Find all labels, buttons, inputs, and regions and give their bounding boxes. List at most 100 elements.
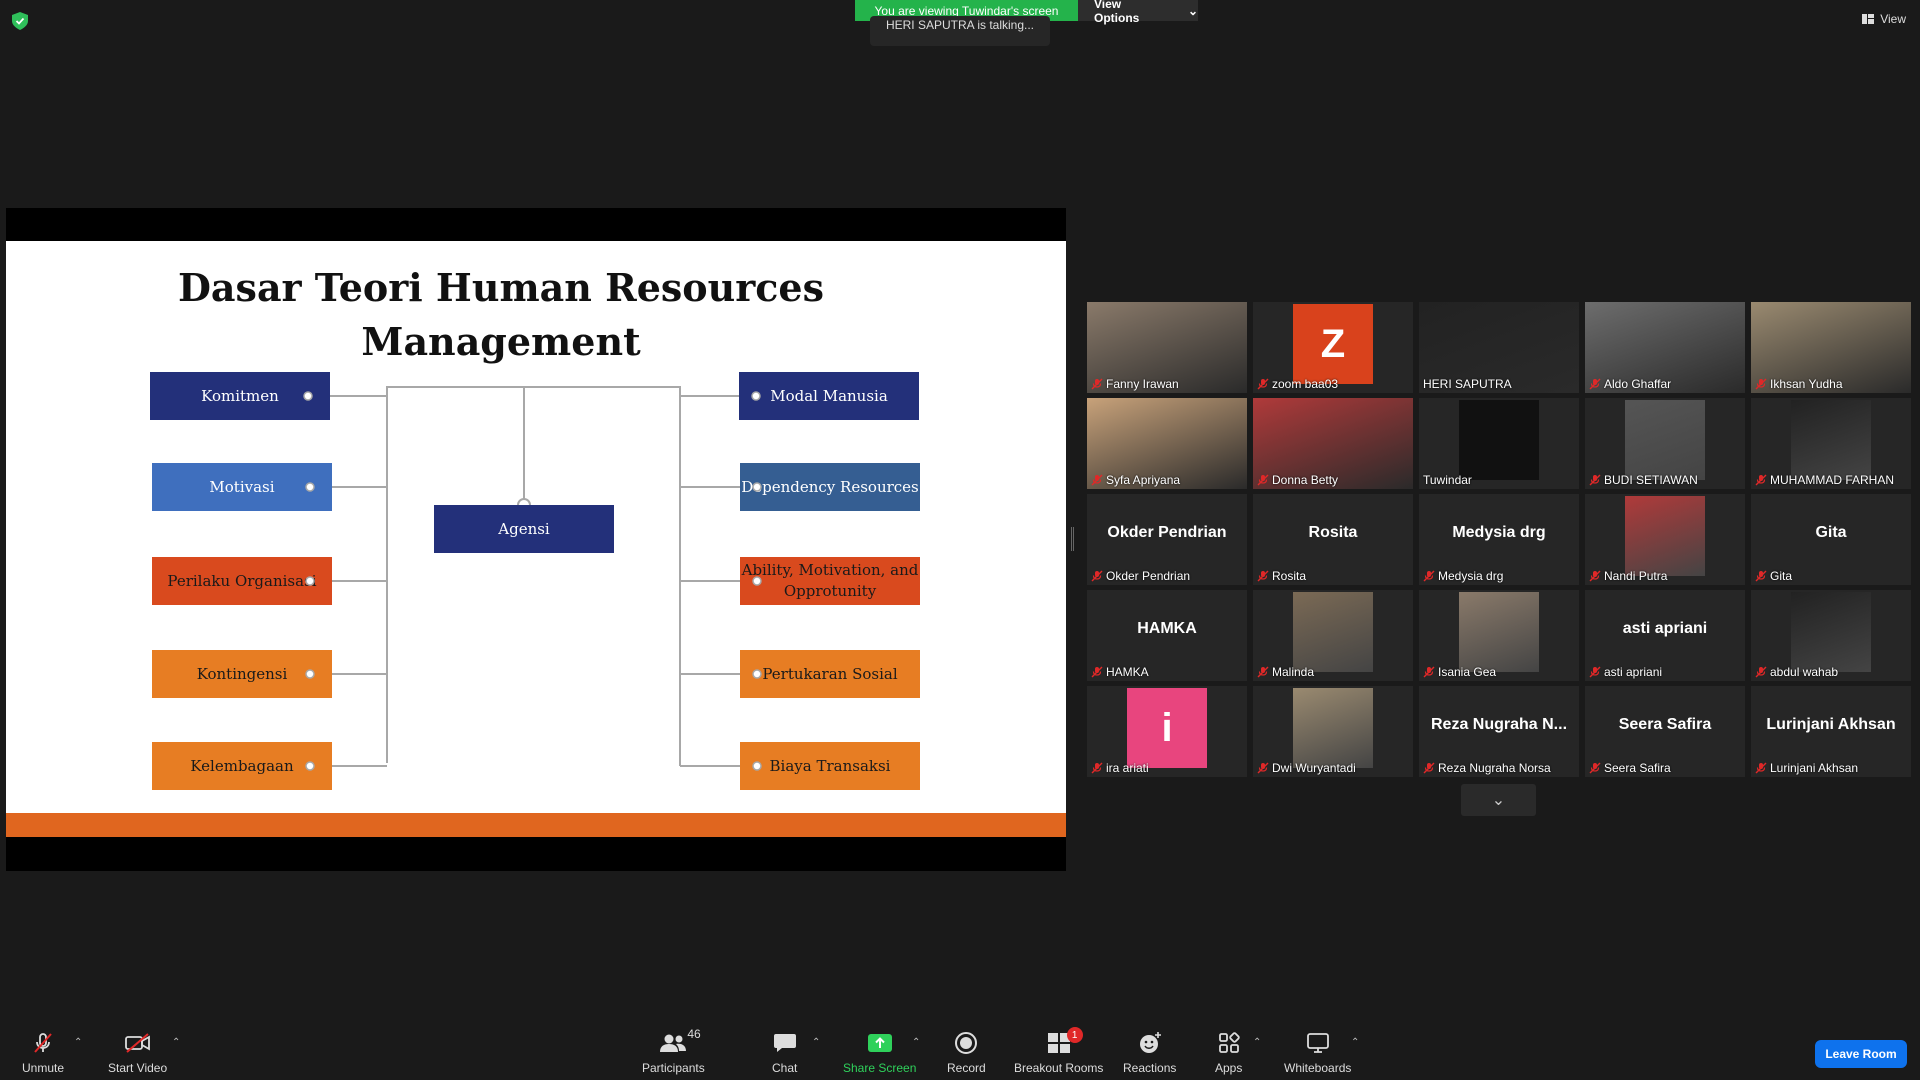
participant-tile[interactable]: Okder Pendrian Okder Pendrian — [1087, 494, 1247, 585]
participant-tile[interactable]: Seera Safira Seera Safira — [1585, 686, 1745, 777]
record-button[interactable]: Record — [947, 1031, 986, 1075]
participant-name: Isania Gea — [1438, 665, 1497, 679]
muted-mic-icon — [1589, 762, 1601, 774]
apps-button[interactable]: Apps — [1215, 1031, 1242, 1075]
participant-tile[interactable]: abdul wahab — [1751, 590, 1911, 681]
participant-tile[interactable]: Gita Gita — [1751, 494, 1911, 585]
participant-tile[interactable]: Tuwindar — [1419, 398, 1579, 489]
participant-name: HAMKA — [1106, 665, 1149, 679]
participant-tile[interactable]: asti apriani asti apriani — [1585, 590, 1745, 681]
participant-tile[interactable]: HAMKA HAMKA — [1087, 590, 1247, 681]
participant-avatar: Z — [1293, 304, 1373, 384]
muted-mic-icon — [1091, 762, 1103, 774]
participant-display-name: Medysia drg — [1452, 524, 1546, 541]
participant-name-label: Malinda — [1257, 665, 1314, 679]
gallery-next-page-button[interactable]: ⌄ — [1461, 784, 1536, 816]
connector-dots — [303, 391, 762, 771]
chat-icon — [773, 1034, 796, 1052]
reactions-button[interactable]: Reactions — [1123, 1031, 1176, 1075]
muted-mic-icon — [1257, 666, 1269, 678]
whiteboards-options-caret[interactable]: ⌃ — [1351, 1037, 1359, 1048]
muted-mic-icon — [1257, 570, 1269, 582]
participant-name-label: Ikhsan Yudha — [1755, 377, 1843, 391]
whiteboard-icon — [1306, 1033, 1329, 1053]
chat-options-caret[interactable]: ⌃ — [812, 1037, 820, 1048]
participant-tile[interactable]: Syfa Apriyana — [1087, 398, 1247, 489]
unmute-button[interactable]: Unmute — [22, 1031, 64, 1075]
participant-tile[interactable]: Zzoom baa03 — [1253, 302, 1413, 393]
participant-tile[interactable]: Aldo Ghaffar — [1585, 302, 1745, 393]
chat-button[interactable]: Chat — [772, 1031, 797, 1075]
participant-tile[interactable]: Malinda — [1253, 590, 1413, 681]
participant-tile[interactable]: i ira ariati — [1087, 686, 1247, 777]
participant-tile[interactable]: Lurinjani Akhsan Lurinjani Akhsan — [1751, 686, 1911, 777]
record-icon — [955, 1032, 978, 1054]
participant-name: Fanny Irawan — [1106, 377, 1179, 391]
share-screen-label: Share Screen — [843, 1061, 917, 1075]
participant-tile[interactable]: Dwi Wuryantadi — [1253, 686, 1413, 777]
muted-mic-icon — [1257, 474, 1269, 486]
participant-name: Medysia drg — [1438, 569, 1504, 583]
participant-name: BUDI SETIAWAN — [1604, 473, 1698, 487]
reactions-label: Reactions — [1123, 1061, 1177, 1075]
participant-tile[interactable]: Donna Betty — [1253, 398, 1413, 489]
whiteboards-button[interactable]: Whiteboards — [1284, 1031, 1351, 1075]
participant-name: Donna Betty — [1272, 473, 1339, 487]
muted-mic-icon — [1589, 378, 1601, 390]
participant-name-label: Syfa Apriyana — [1091, 473, 1180, 487]
participant-name-label: Seera Safira — [1589, 761, 1671, 775]
participant-display-name: Okder Pendrian — [1107, 524, 1227, 541]
participant-photo — [1625, 496, 1705, 576]
participant-avatar: i — [1127, 688, 1207, 768]
participant-tile[interactable]: BUDI SETIAWAN — [1585, 398, 1745, 489]
participant-tile[interactable]: Isania Gea — [1419, 590, 1579, 681]
participant-name-label: MUHAMMAD FARHAN — [1755, 473, 1894, 487]
participant-video-dark — [1459, 400, 1539, 480]
audio-options-caret[interactable]: ⌃ — [74, 1037, 82, 1048]
leave-room-button[interactable]: Leave Room — [1815, 1040, 1907, 1068]
resize-divider[interactable] — [1071, 527, 1074, 551]
participant-name: Okder Pendrian — [1106, 569, 1191, 583]
muted-mic-icon — [1755, 570, 1767, 582]
share-screen-button[interactable]: Share Screen — [843, 1031, 916, 1075]
security-shield-icon[interactable] — [12, 12, 28, 30]
participant-tile[interactable]: MUHAMMAD FARHAN — [1751, 398, 1911, 489]
muted-mic-icon — [1589, 666, 1601, 678]
participant-name: ira ariati — [1106, 761, 1149, 775]
participants-icon — [660, 1034, 687, 1052]
participant-tile[interactable]: Medysia drg Medysia drg — [1419, 494, 1579, 585]
apps-options-caret[interactable]: ⌃ — [1253, 1037, 1261, 1048]
muted-mic-icon — [1091, 666, 1103, 678]
participant-photo — [1625, 400, 1705, 480]
participant-tile[interactable]: Rosita Rosita — [1253, 494, 1413, 585]
participant-name: Ikhsan Yudha — [1770, 377, 1843, 391]
participants-button[interactable]: 46 Participants — [642, 1027, 705, 1075]
shared-screen: Dasar Teori Human Resources Management K… — [6, 208, 1066, 871]
view-label: View — [1880, 12, 1906, 26]
share-options-caret[interactable]: ⌃ — [912, 1037, 920, 1048]
participant-name-label: HAMKA — [1091, 665, 1149, 679]
muted-mic-icon — [1091, 474, 1103, 486]
muted-mic-icon — [1589, 474, 1601, 486]
participant-display-name: Seera Safira — [1618, 716, 1712, 733]
video-options-caret[interactable]: ⌃ — [172, 1037, 180, 1048]
breakout-rooms-button[interactable]: 1 Breakout Rooms — [1014, 1027, 1104, 1075]
start-video-button[interactable]: Start Video — [108, 1031, 167, 1075]
muted-mic-icon — [1257, 378, 1269, 390]
muted-mic-icon — [1091, 378, 1103, 390]
view-options-button[interactable]: View Options ⌄ — [1078, 0, 1198, 25]
participant-tile[interactable]: Ikhsan Yudha — [1751, 302, 1911, 393]
participant-name: Dwi Wuryantadi — [1272, 761, 1356, 775]
meeting-toolbar: Unmute ⌃ Start Video ⌃ 46 Participants C… — [0, 1015, 1920, 1080]
participant-name-label: Lurinjani Akhsan — [1755, 761, 1858, 775]
participant-tile[interactable]: HERI SAPUTRA — [1419, 302, 1579, 393]
muted-mic-icon — [1755, 762, 1767, 774]
participant-name: Nandi Putra — [1604, 569, 1668, 583]
breakout-rooms-label: Breakout Rooms — [1014, 1061, 1104, 1075]
participant-name: zoom baa03 — [1272, 377, 1339, 391]
muted-mic-icon — [1091, 570, 1103, 582]
participant-tile[interactable]: Nandi Putra — [1585, 494, 1745, 585]
view-layout-button[interactable]: View — [1862, 12, 1906, 26]
participant-tile[interactable]: Fanny Irawan — [1087, 302, 1247, 393]
participant-tile[interactable]: Reza Nugraha N... Reza Nugraha Norsa — [1419, 686, 1579, 777]
